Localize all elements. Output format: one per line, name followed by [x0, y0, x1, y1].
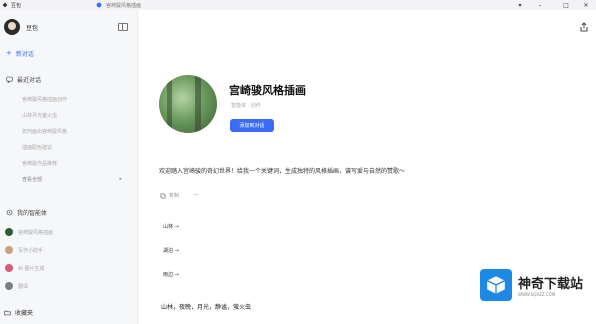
view-all-label: 查看全部: [22, 176, 43, 183]
recent-chat-item[interactable]: 插画配色建议: [22, 142, 130, 152]
agent-avatar: [5, 246, 13, 254]
agent-item[interactable]: 写作小助手: [5, 244, 133, 256]
agents-header-label: 我的智能体: [17, 209, 48, 217]
message-actions: 复制 ···: [160, 192, 199, 199]
favorites-link[interactable]: 收藏夹: [4, 308, 33, 317]
title-bar: 豆包 宫崎骏风格插画 ▾ – □ ✕: [0, 0, 596, 10]
recent-chat-item[interactable]: 宫崎骏风格插画创作: [22, 94, 130, 104]
recent-header[interactable]: 最近对话: [0, 73, 138, 85]
agents-header[interactable]: 我的智能体: [0, 206, 138, 218]
add-to-chat-button[interactable]: 添加到对话: [230, 119, 274, 132]
agent-avatar: [5, 282, 13, 290]
chat-input[interactable]: 山林，夜晚，月光，静谧，萤火虫: [161, 302, 251, 311]
agent-label: 宫崎骏风格插画: [18, 229, 54, 236]
watermark-url: WWW.SQXZZ.COM: [518, 292, 556, 297]
tab-icon: [96, 2, 102, 8]
agent-item[interactable]: 宫崎骏风格插画: [5, 226, 133, 238]
agent-label: 翻译: [18, 283, 29, 290]
suggestion-chip[interactable]: 湖泊 →: [163, 244, 179, 256]
sidebar: 豆包 + 新对话 最近对话 宫崎骏风格插画创作 山林月光萤火虫 如何画出宫崎骏风…: [0, 10, 138, 324]
agent-avatar: [5, 264, 13, 272]
share-icon[interactable]: [579, 22, 589, 32]
new-chat-label: 新对话: [15, 50, 34, 58]
welcome-message: 欢迎踏入宫崎骏的奇幻世界！给我一个关键词，生成独特的风格插画，谱写爱与自然的赞歌…: [159, 168, 406, 175]
copy-label[interactable]: 复制: [169, 192, 179, 199]
watermark-text: 神奇下载站 WWW.SQXZZ.COM: [518, 273, 583, 297]
agent-item[interactable]: AI 图片生成: [5, 262, 133, 274]
view-all-link[interactable]: 查看全部 ▸: [22, 174, 132, 184]
suggestion-chip[interactable]: 雨边 →: [163, 268, 179, 280]
minimize-icon[interactable]: –: [530, 0, 550, 10]
tab-current[interactable]: 宫崎骏风格插画: [96, 1, 172, 9]
bot-title: 宫崎骏风格插画: [229, 84, 306, 97]
chat-bubble-icon: [6, 76, 13, 83]
tab-label: 宫崎骏风格插画: [106, 2, 142, 9]
chevron-right-icon: ▸: [119, 176, 122, 182]
suggestion-chip[interactable]: 山林 →: [163, 220, 179, 232]
recent-chat-item[interactable]: 如何画出宫崎骏风格: [22, 126, 130, 136]
dropdown-chevron-icon[interactable]: ▾: [510, 0, 530, 10]
recent-chat-item[interactable]: 宫崎骏作品推荐: [22, 158, 130, 168]
agent-label: AI 图片生成: [18, 265, 45, 272]
plus-icon: +: [6, 49, 12, 57]
avatar: [4, 19, 20, 35]
agent-grid-icon: [6, 209, 13, 215]
bot-avatar: [159, 75, 217, 133]
app-logo-icon: [2, 2, 8, 8]
agent-label: 写作小助手: [18, 247, 44, 254]
maximize-icon[interactable]: □: [556, 0, 576, 10]
new-chat-button[interactable]: + 新对话: [0, 46, 138, 60]
folder-icon: [4, 310, 11, 316]
watermark-logo-icon: [480, 269, 512, 301]
watermark: 神奇下载站 WWW.SQXZZ.COM: [480, 268, 590, 302]
user-name: 豆包: [26, 24, 39, 32]
bot-meta: 智能体 · 创作: [231, 103, 261, 109]
more-options-icon[interactable]: ···: [193, 192, 199, 199]
agent-avatar: [5, 228, 13, 236]
user-profile[interactable]: 豆包: [4, 19, 38, 35]
sidebar-toggle-icon[interactable]: [118, 23, 128, 31]
watermark-name: 神奇下载站: [518, 277, 584, 292]
close-icon[interactable]: ✕: [576, 0, 596, 10]
app-title: 豆包: [11, 2, 22, 9]
favorites-label: 收藏夹: [15, 310, 34, 317]
agent-item[interactable]: 翻译: [5, 280, 133, 292]
recent-header-label: 最近对话: [17, 76, 42, 84]
copy-icon[interactable]: [160, 192, 166, 199]
recent-chat-item[interactable]: 山林月光萤火虫: [22, 110, 130, 120]
